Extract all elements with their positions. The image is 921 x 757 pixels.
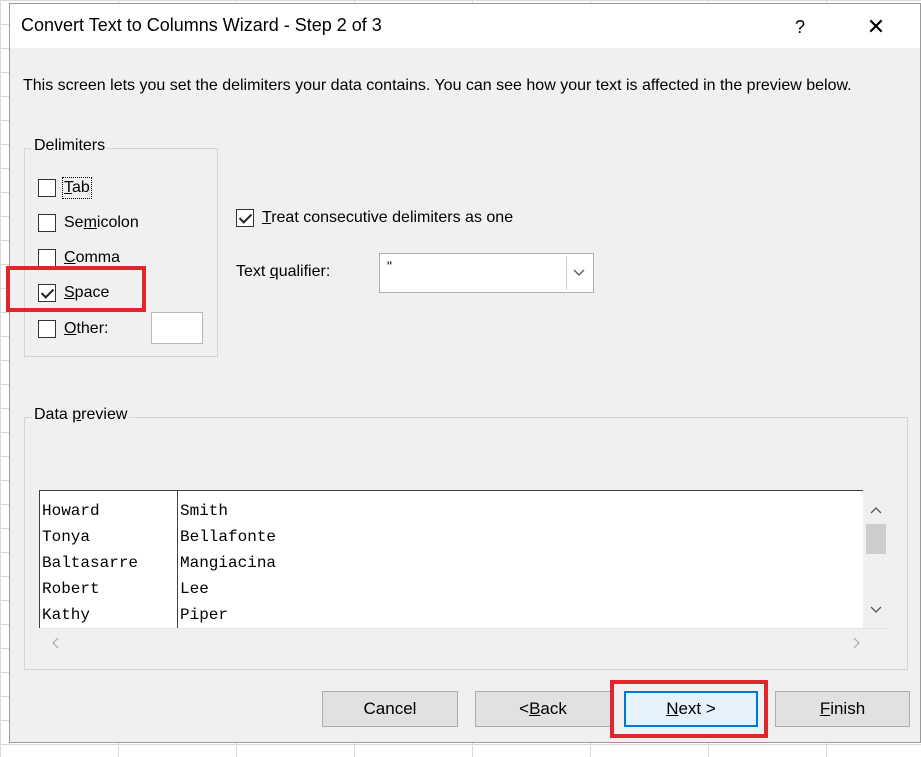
other-checkbox-row[interactable]: Other: [38, 317, 108, 341]
other-checkbox[interactable] [38, 320, 56, 338]
comma-checkbox-row[interactable]: Comma [38, 246, 120, 270]
tab-checkbox-row[interactable]: Tab [38, 176, 92, 200]
consecutive-checkbox-row[interactable]: Treat consecutive delimiters as one [236, 206, 513, 230]
data-preview-group-label: Data preview [32, 406, 130, 424]
scroll-up-icon[interactable] [866, 500, 886, 520]
preview-cell: Mangiacina [180, 554, 277, 572]
comma-checkbox[interactable] [38, 249, 56, 267]
text-to-columns-dialog: Convert Text to Columns Wizard - Step 2 … [6, 3, 921, 743]
preview-cell: Tonya [42, 528, 91, 546]
semicolon-label: Semicolon [64, 214, 139, 231]
close-button[interactable]: ✕ [856, 12, 896, 42]
scroll-left-icon[interactable] [45, 633, 65, 653]
delimiters-group-label: Delimiters [32, 137, 108, 155]
space-checkbox[interactable] [38, 284, 56, 302]
preview-vertical-scrollbar[interactable] [863, 490, 889, 628]
intro-text: This screen lets you set the delimiters … [23, 77, 852, 94]
semicolon-checkbox-row[interactable]: Semicolon [38, 211, 139, 235]
preview-cell: Lee [180, 580, 209, 598]
chevron-down-icon[interactable] [566, 256, 591, 290]
back-button[interactable]: < Back [475, 691, 611, 727]
next-button[interactable]: Next > [624, 691, 758, 727]
cancel-button[interactable]: Cancel [322, 691, 458, 727]
data-preview-table: Howard Smith Tonya Bellafonte Baltasarre… [39, 490, 889, 629]
preview-horizontal-scrollbar[interactable] [39, 628, 889, 658]
space-checkbox-row[interactable]: Space [38, 281, 109, 305]
consecutive-checkbox[interactable] [236, 209, 254, 227]
scroll-right-icon[interactable] [847, 633, 867, 653]
preview-cell: Baltasarre [42, 554, 139, 572]
preview-cell: Kathy [42, 606, 91, 624]
scroll-down-icon[interactable] [866, 600, 886, 620]
other-delimiter-input[interactable] [151, 312, 203, 344]
vertical-scroll-thumb[interactable] [866, 524, 886, 554]
other-label: Other: [64, 320, 109, 337]
tab-checkbox[interactable] [38, 179, 56, 197]
preview-cell: Robert [42, 580, 100, 598]
preview-cell: Smith [180, 502, 229, 520]
text-qualifier-dropdown[interactable]: " [379, 253, 594, 293]
dialog-title: Convert Text to Columns Wizard - Step 2 … [21, 15, 382, 35]
text-qualifier-label: Text qualifier: [236, 263, 331, 280]
help-button[interactable]: ? [780, 12, 820, 42]
consecutive-label: Treat consecutive delimiters as one [262, 209, 514, 226]
tab-label: Tab [62, 177, 92, 199]
comma-label: Comma [64, 249, 121, 266]
text-qualifier-value: " [387, 258, 392, 274]
space-label: Space [64, 284, 110, 301]
preview-cell: Piper [180, 606, 229, 624]
finish-button[interactable]: Finish [775, 691, 910, 727]
preview-cell: Howard [42, 502, 100, 520]
preview-cell: Bellafonte [180, 528, 277, 546]
semicolon-checkbox[interactable] [38, 214, 56, 232]
dialog-titlebar: Convert Text to Columns Wizard - Step 2 … [10, 4, 920, 48]
